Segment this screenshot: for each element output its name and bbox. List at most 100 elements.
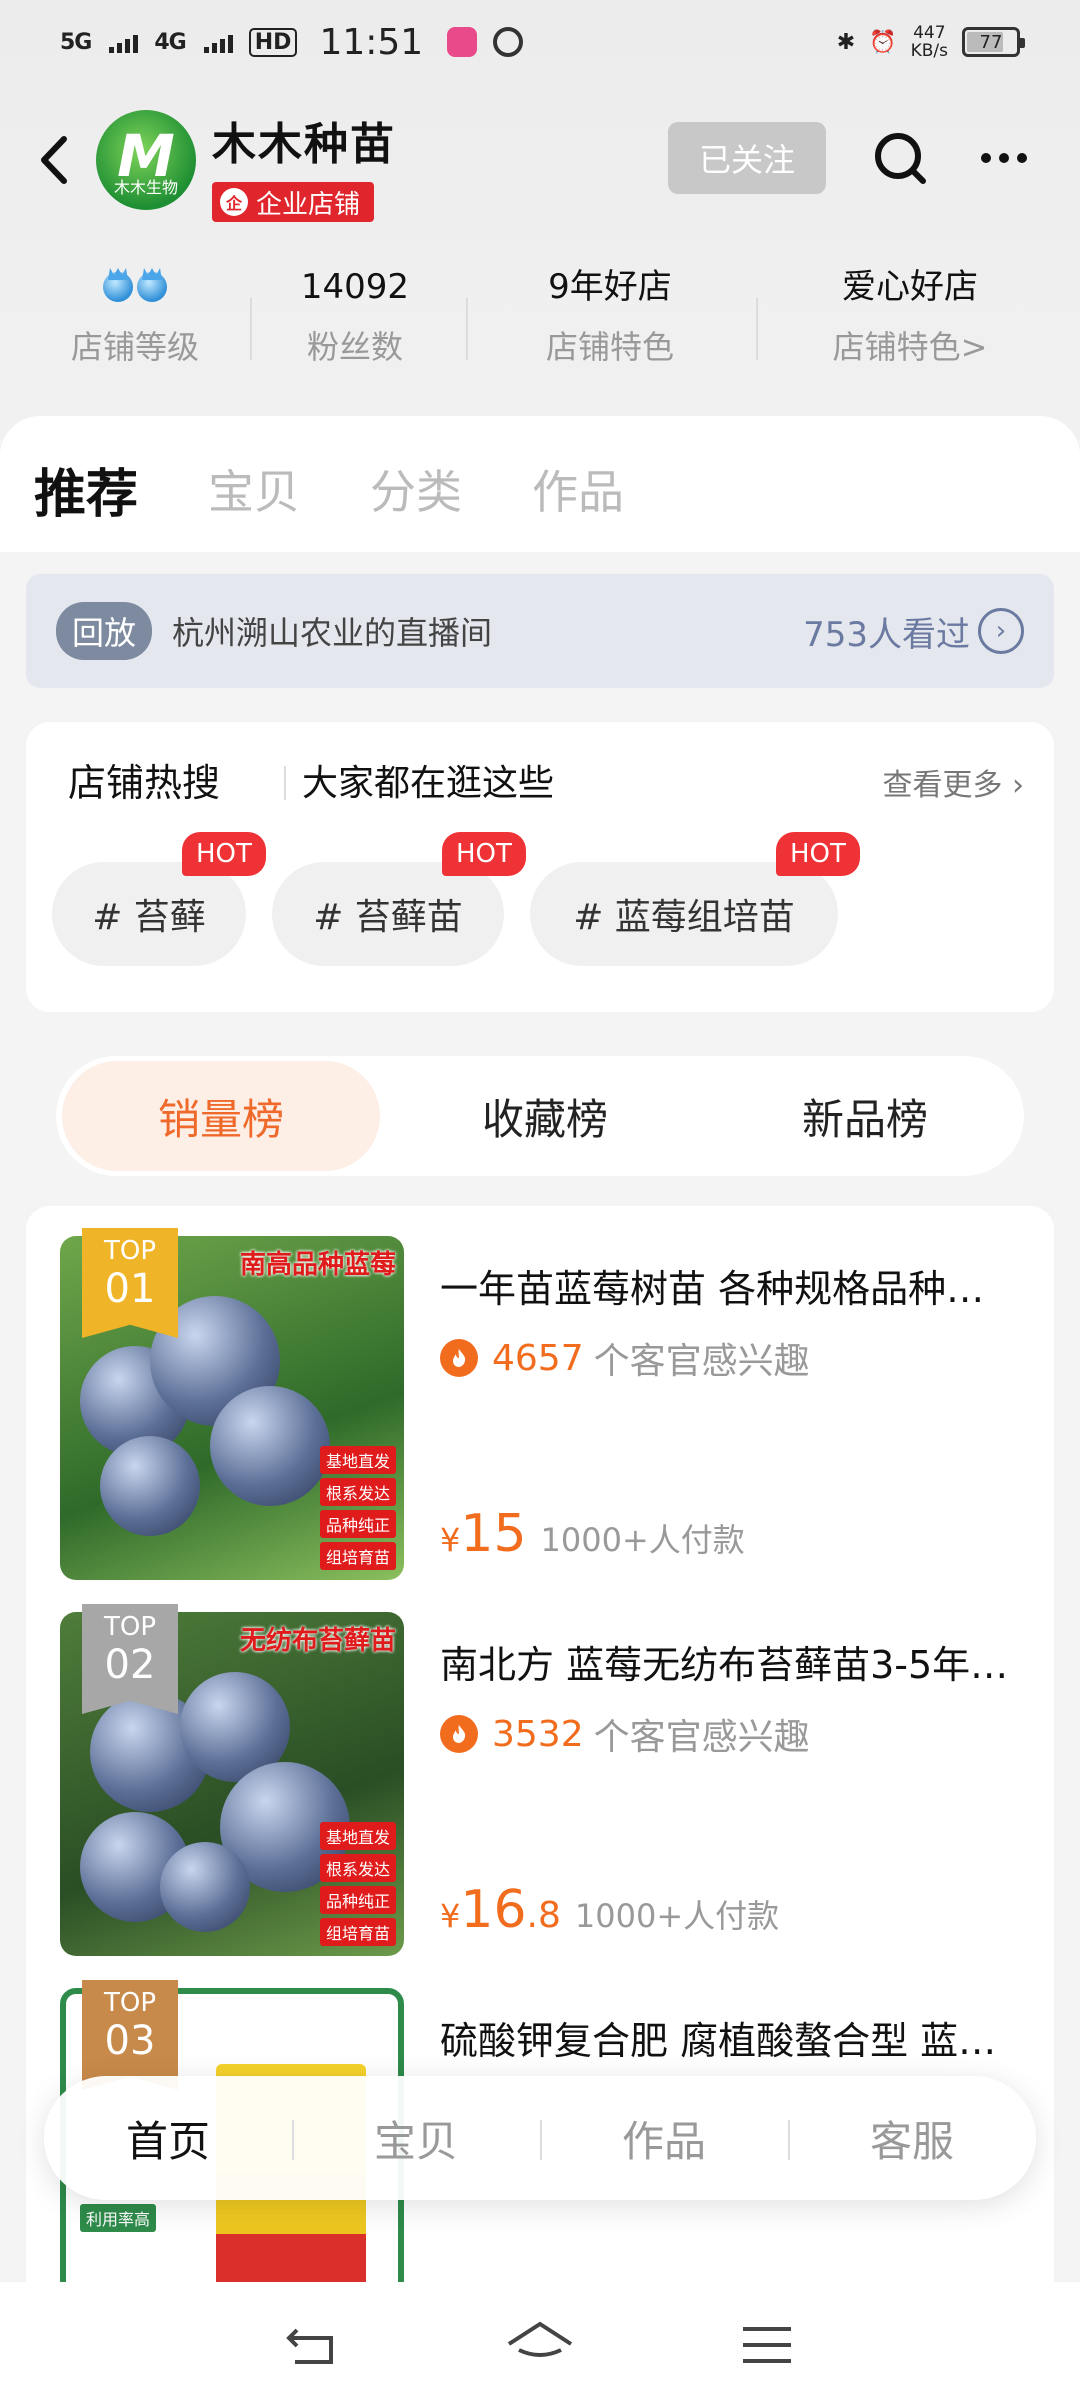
signal-icon [203, 31, 233, 53]
hot-chip-moss-seedling[interactable]: # 苔藓苗 [272, 862, 504, 966]
battery-level: 77 [979, 31, 1003, 53]
dot [999, 153, 1009, 163]
product-title[interactable]: 硫酸钾复合肥 腐植酸螯合型 蓝莓专用肥 [440, 2010, 1020, 2065]
shop-header: M 木木生物 木木种苗 企 企业店铺 已关注 [0, 100, 1080, 240]
system-back-button[interactable] [273, 2305, 353, 2385]
stat-label: 店铺特色 [545, 328, 674, 366]
hot-search-subtitle: 大家都在逛这些 [302, 763, 555, 804]
product-interest: 3532 个客官感兴趣 [440, 1708, 810, 1760]
home-icon [507, 2321, 573, 2357]
hot-chip-blueberry-tissue[interactable]: # 蓝莓组培苗 [530, 862, 838, 966]
hot-badge: HOT [182, 832, 266, 876]
product-price: ¥ 16 .8 1000+人付款 [440, 1880, 779, 1940]
nav-items[interactable]: 宝贝 [292, 2076, 540, 2200]
paid-count: 1000+人付款 [540, 1521, 745, 1559]
network-speed: 447 KB/s [911, 24, 948, 60]
image-tag: 基地直发 [319, 1822, 396, 1850]
crown-icon [103, 272, 133, 302]
nav-home[interactable]: 首页 [44, 2076, 292, 2200]
more-button[interactable] [972, 126, 1036, 190]
image-caption: 南高品种蓝莓 [239, 1250, 396, 1280]
ranking-tabs: 销量榜 收藏榜 新品榜 [56, 1056, 1024, 1176]
rank-badge: TOP 02 [82, 1604, 178, 1714]
hot-badge: HOT [776, 832, 860, 876]
view-more-link[interactable]: 查看更多 › [882, 760, 1024, 804]
shop-logo[interactable]: M 木木生物 [96, 110, 196, 210]
bluetooth-icon: ✱ [836, 29, 856, 55]
image-tag: 品种纯正 [319, 1510, 396, 1538]
follow-button[interactable]: 已关注 [668, 122, 826, 194]
hot-search-title: 店铺热搜 [68, 761, 221, 805]
crown-icon [137, 272, 167, 302]
live-replay-bar[interactable]: 回放 杭州溯山农业的直播间 753人看过 › [26, 574, 1054, 688]
status-time: 11:51 [319, 21, 424, 63]
price-integer: 16 [460, 1880, 527, 1940]
dot [981, 153, 991, 163]
system-menu-button[interactable] [727, 2305, 807, 2385]
system-home-button[interactable] [500, 2305, 580, 2385]
stat-charity-shop[interactable]: 爱心好店 店铺特色> [800, 262, 1020, 368]
enterprise-icon: 企 [220, 188, 248, 216]
stat-label: 粉丝数 [306, 328, 403, 366]
divider [284, 766, 286, 800]
stat-value: 9年好店 [548, 267, 672, 307]
shop-content: 推荐 宝贝 分类 作品 回放 杭州溯山农业的直播间 753人看过 › 店铺热搜 … [0, 416, 1080, 2282]
tab-works[interactable]: 作品 [532, 456, 624, 522]
image-tag: 组培育苗 [319, 1918, 396, 1946]
berry [210, 1386, 330, 1506]
tab-sales-rank[interactable]: 销量榜 [62, 1061, 380, 1171]
tab-new-rank[interactable]: 新品榜 [706, 1061, 1024, 1171]
replay-tag: 回放 [56, 602, 153, 660]
nav-works[interactable]: 作品 [540, 2076, 788, 2200]
status-right: ✱ ⏰ 447 KB/s 77 [836, 24, 1025, 60]
stat-fans[interactable]: 14092 粉丝数 [270, 262, 440, 368]
fire-icon [440, 1339, 478, 1377]
berry [100, 1436, 200, 1536]
interest-count: 3532 [492, 1713, 584, 1755]
image-tag: 根系发达 [319, 1478, 396, 1506]
shop-name[interactable]: 木木种苗 [212, 108, 396, 172]
product-item[interactable]: 无纺布苔藓苗 基地直发 根系发达 品种纯正 组培育苗 TOP 02 南北方 蓝莓… [60, 1604, 1020, 1958]
badge-label: 企业店铺 [256, 189, 361, 220]
image-tag: 根系发达 [319, 1854, 396, 1882]
image-tags: 基地直发 根系发达 品种纯正 组培育苗 [319, 1822, 396, 1946]
product-title[interactable]: 一年苗蓝莓树苗 各种规格品种南北方种植 [440, 1258, 1020, 1313]
stat-good-shop[interactable]: 9年好店 店铺特色 [500, 262, 720, 368]
hot-chip-moss[interactable]: # 苔藓 [52, 862, 246, 966]
speed-value: 447 [913, 23, 946, 43]
rank-number: 02 [104, 1642, 156, 1688]
tab-category[interactable]: 分类 [370, 456, 462, 522]
back-icon [286, 2328, 334, 2364]
app-notification-icon [447, 27, 478, 57]
hot-search-card: 店铺热搜 大家都在逛这些 查看更多 › # 苔藓 HOT # 苔藓苗 HOT #… [26, 722, 1054, 1012]
interest-count: 4657 [492, 1337, 584, 1379]
network-4g: 4G [154, 29, 186, 55]
status-left: 5G 4G HD 11:51 [60, 21, 524, 63]
tab-favorites-rank[interactable]: 收藏榜 [386, 1061, 704, 1171]
rank-number: 01 [104, 1266, 156, 1312]
interest-label: 个客官感兴趣 [593, 1341, 810, 1382]
rank-badge: TOP 01 [82, 1228, 178, 1338]
hd-icon: HD [248, 27, 298, 57]
status-bar: 5G 4G HD 11:51 ✱ ⏰ 447 KB/s 77 [0, 0, 1080, 84]
stat-shop-level[interactable]: 店铺等级 [40, 262, 230, 368]
product-title[interactable]: 南北方 蓝莓无纺布苔藓苗3-5年苗盆栽 [440, 1634, 1020, 1689]
product-item[interactable]: 南高品种蓝莓 基地直发 根系发达 品种纯正 组培育苗 TOP 01 一年苗蓝莓树… [60, 1228, 1020, 1582]
rank-top-label: TOP [103, 1988, 157, 2018]
chevron-left-icon [41, 136, 67, 184]
price-integer: 15 [460, 1504, 527, 1564]
hot-badge: HOT [442, 832, 526, 876]
dot [1017, 153, 1027, 163]
image-tag: 品种纯正 [319, 1886, 396, 1914]
back-button[interactable] [22, 128, 86, 192]
tab-items[interactable]: 宝贝 [208, 456, 300, 522]
search-button[interactable] [868, 126, 932, 190]
image-tag: 基地直发 [319, 1446, 396, 1474]
signal-icon [109, 31, 139, 53]
stat-value: 爱心好店 [842, 267, 978, 307]
nav-customer-service[interactable]: 客服 [788, 2076, 1036, 2200]
tab-recommend[interactable]: 推荐 [34, 452, 138, 527]
divider [756, 298, 758, 360]
product-interest: 4657 个客官感兴趣 [440, 1332, 810, 1384]
product-price: ¥ 15 1000+人付款 [440, 1504, 745, 1564]
